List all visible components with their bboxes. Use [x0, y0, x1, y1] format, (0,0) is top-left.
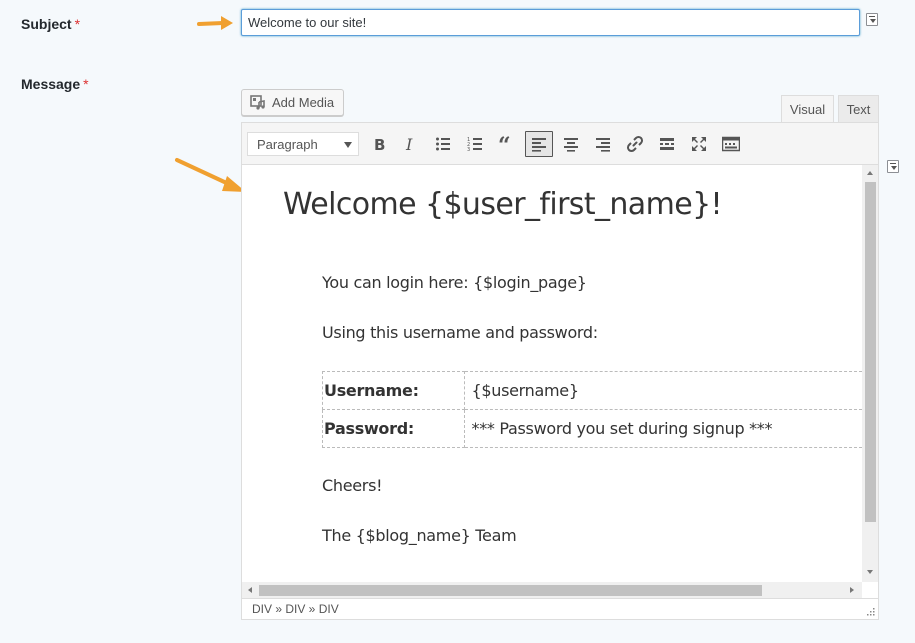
scroll-left-icon[interactable]: [248, 587, 252, 593]
credentials-table: Username: {$username} Password: *** Pass…: [322, 371, 862, 448]
chevron-down-icon: [344, 142, 352, 148]
scrollbar-thumb[interactable]: [865, 182, 876, 522]
read-more-button[interactable]: [653, 131, 681, 157]
bold-button[interactable]: B: [365, 131, 393, 157]
fullscreen-button[interactable]: [685, 131, 713, 157]
element-path[interactable]: DIV » DIV » DIV: [252, 602, 339, 616]
add-media-button[interactable]: Add Media: [241, 89, 344, 116]
merge-tags-icon[interactable]: [887, 160, 899, 173]
table-row: Username: {$username}: [322, 371, 862, 410]
italic-icon: I: [405, 136, 413, 152]
format-select-value: Paragraph: [257, 136, 318, 152]
toolbar-toggle-icon: [722, 136, 740, 152]
align-center-icon: [564, 138, 578, 152]
numbered-list-icon: 1 2 3: [467, 137, 482, 152]
align-right-icon: [596, 138, 610, 152]
arrow-annotation-subject: [197, 16, 233, 30]
required-mark: *: [83, 76, 89, 92]
toolbar-toggle-button[interactable]: [717, 131, 745, 157]
insert-link-button[interactable]: [621, 131, 649, 157]
table-cell-key: Username:: [322, 371, 465, 410]
scroll-down-icon[interactable]: [867, 570, 873, 574]
table-row: Password: *** Password you set during si…: [322, 409, 862, 448]
team-signature: The {$blog_name} Team: [322, 526, 517, 545]
align-left-button[interactable]: [525, 131, 553, 157]
media-icon: [250, 94, 266, 111]
scrollbar-thumb[interactable]: [259, 585, 762, 596]
login-line: You can login here: {$login_page}: [322, 273, 587, 292]
align-left-icon: [532, 138, 546, 152]
align-right-button[interactable]: [589, 131, 617, 157]
bullet-list-icon: [436, 137, 450, 151]
add-media-label: Add Media: [272, 95, 335, 110]
merge-tags-icon[interactable]: [866, 13, 878, 26]
sign-off: Cheers!: [322, 476, 383, 495]
subject-input[interactable]: [241, 9, 860, 36]
editor-status-bar: DIV » DIV » DIV: [242, 598, 878, 619]
svg-text:B: B: [374, 136, 385, 152]
content-heading: Welcome {$user_first_name}!: [283, 187, 723, 222]
bold-icon: B: [374, 136, 385, 152]
scroll-right-icon[interactable]: [850, 587, 854, 593]
link-icon: [626, 135, 644, 153]
align-center-button[interactable]: [557, 131, 585, 157]
format-select[interactable]: Paragraph: [247, 132, 359, 156]
subject-label: Subject *: [21, 16, 81, 32]
message-label: Message *: [21, 76, 89, 92]
editor-toolbar: Paragraph B I 1 2 3 “: [242, 123, 878, 165]
horizontal-scrollbar[interactable]: [242, 582, 862, 598]
numbered-list-button[interactable]: 1 2 3: [461, 131, 489, 157]
required-mark: *: [74, 16, 81, 32]
svg-text:“: “: [498, 136, 511, 152]
bullet-list-button[interactable]: [429, 131, 457, 157]
svg-text:I: I: [405, 136, 413, 152]
italic-button[interactable]: I: [396, 131, 424, 157]
resize-handle-icon[interactable]: [866, 607, 875, 616]
editor-content[interactable]: Welcome {$user_first_name}! You can logi…: [242, 165, 862, 582]
blockquote-icon: “: [498, 136, 511, 152]
table-cell-value: *** Password you set during signup ***: [463, 409, 862, 448]
vertical-scrollbar[interactable]: [862, 165, 878, 582]
credentials-intro: Using this username and password:: [322, 323, 598, 342]
arrow-annotation-message: [175, 158, 246, 192]
tab-text[interactable]: Text: [838, 95, 879, 122]
table-cell-value: {$username}: [463, 371, 862, 410]
fullscreen-icon: [692, 137, 706, 151]
read-more-icon: [660, 138, 674, 150]
table-cell-key: Password:: [322, 409, 465, 448]
scroll-up-icon[interactable]: [867, 171, 873, 175]
svg-text:3: 3: [467, 147, 470, 152]
blockquote-button[interactable]: “: [493, 131, 521, 157]
tab-visual[interactable]: Visual: [781, 95, 834, 123]
message-editor: Paragraph B I 1 2 3 “ Welcome {$user_fir…: [241, 122, 879, 620]
